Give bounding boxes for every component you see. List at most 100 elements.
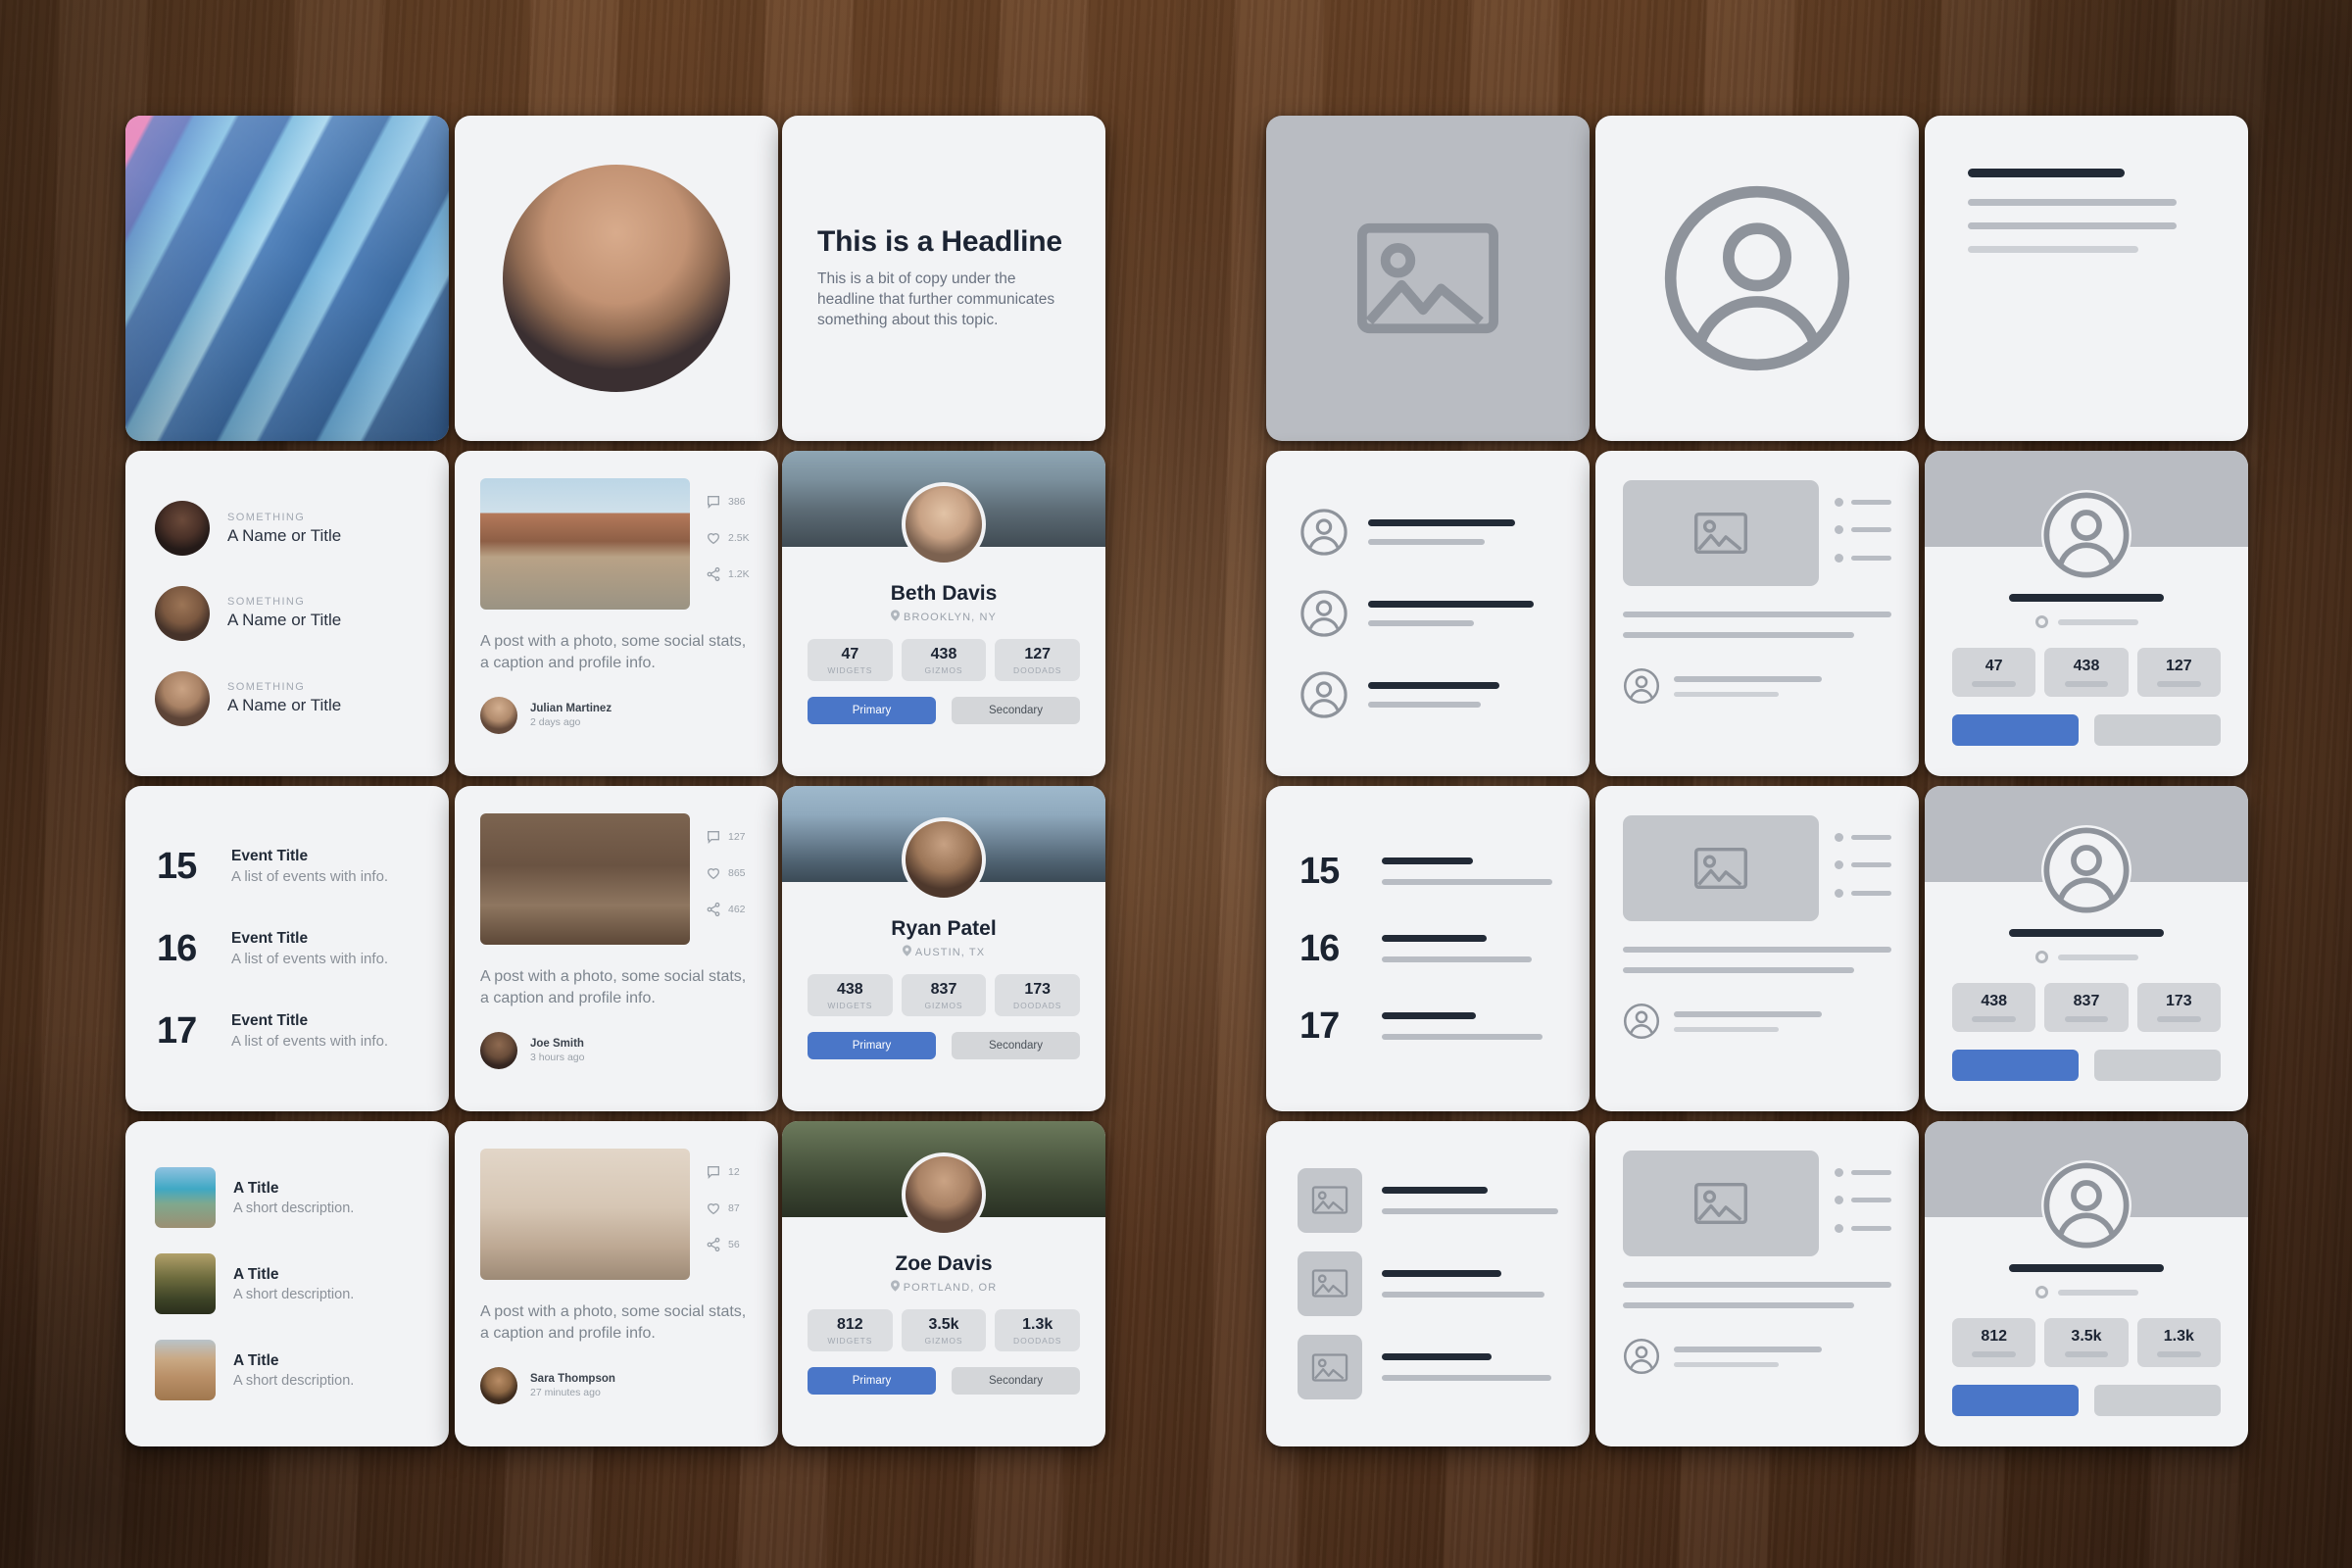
list-item[interactable] [1298,1250,1558,1316]
share-stat[interactable]: 1.2K [706,566,753,582]
wireframe-event-list-card[interactable]: 15 16 17 [1266,786,1590,1111]
like-stat[interactable]: 2.5K [706,530,753,546]
like-stat[interactable]: 87 [706,1200,753,1216]
social-post-card[interactable]: 386 2.5K 1.2K A post with a photo, some … [455,451,778,776]
stat-label: WIDGETS [827,1001,873,1010]
avatar [480,697,517,735]
wireframe-profile-card[interactable]: 47 438 127 [1925,451,2248,776]
list-item[interactable]: 16 Event Title A list of events with inf… [157,930,417,967]
primary-button[interactable]: Primary [808,1032,936,1059]
wireframe-people-list-card[interactable] [1266,451,1590,776]
wireframe-media-text-card[interactable] [1595,1121,1919,1446]
event-title: Event Title [231,1012,309,1029]
text-bar [1382,879,1553,886]
wireframe-media-text-card[interactable] [1595,451,1919,776]
primary-button[interactable]: Primary [808,1367,936,1395]
primary-button[interactable] [1952,714,2079,746]
event-day: 15 [157,846,197,887]
text-bar [1851,891,1891,897]
wireframe-media-text-card[interactable] [1595,786,1919,1111]
stat-value: 173 [2165,993,2192,1009]
list-item[interactable]: A Title A short description. [155,1167,419,1228]
thumbnail [155,1167,216,1228]
list-item[interactable]: SOMETHING A Name or Title [155,670,419,726]
wireframe-profile-card[interactable]: 438 837 173 [1925,786,2248,1111]
list-item[interactable]: 15 Event Title A list of events with inf… [157,848,417,885]
comment-stat[interactable]: 12 [706,1164,753,1180]
bullet-dot [1835,860,1843,870]
share-stat[interactable]: 462 [706,902,753,917]
bullet-dot [1835,1196,1843,1205]
secondary-button[interactable] [2094,714,2221,746]
stat-label-bar [1972,1016,2016,1022]
stat-doodads: 173 DOODADS [995,974,1081,1016]
profile-card[interactable]: Beth Davis BROOKLYN, NY 47 WIDGETS 438 G… [782,451,1105,776]
stat-widgets: 812 WIDGETS [808,1309,893,1351]
comment-count: 12 [728,1166,740,1179]
people-list-card[interactable]: SOMETHING A Name or Title SOMETHING A Na… [125,451,449,776]
list-item[interactable]: 17 Event Title A list of events with inf… [157,1012,417,1050]
post-image [480,478,690,610]
profile-card[interactable]: Ryan Patel AUSTIN, TX 438 WIDGETS 837 GI… [782,786,1105,1111]
primary-button[interactable] [1952,1385,2079,1416]
list-item-eyebrow: SOMETHING [227,596,306,609]
list-item[interactable]: 16 [1299,930,1556,967]
share-stat[interactable]: 56 [706,1237,753,1252]
like-stat[interactable]: 865 [706,865,753,881]
post-author[interactable]: Sara Thompson 27 minutes ago [480,1367,753,1405]
list-item[interactable]: A Title A short description. [155,1340,419,1400]
profile-card[interactable]: Zoe Davis PORTLAND, OR 812 WIDGETS 3.5k … [782,1121,1105,1446]
heart-icon [707,1203,720,1215]
secondary-button[interactable] [2094,1385,2221,1416]
heart-icon [707,533,720,545]
stat-box: 47 [1952,648,2036,697]
stat-box: 438 [1952,983,2036,1032]
wireframe-profile-card[interactable]: 812 3.5k 1.3k [1925,1121,2248,1446]
primary-button[interactable] [1952,1050,2079,1081]
thumbnail-list-card[interactable]: A Title A short description. A Title A s… [125,1121,449,1446]
list-item[interactable]: SOMETHING A Name or Title [155,501,419,557]
headline-card[interactable]: This is a Headline This is a bit of copy… [782,116,1105,441]
list-item[interactable]: A Title A short description. [155,1253,419,1314]
profile-name: Beth Davis [890,582,998,605]
secondary-button[interactable]: Secondary [952,1367,1080,1395]
event-title: Event Title [231,848,309,864]
author-row [1623,1003,1891,1040]
social-post-card[interactable]: 12 87 56 A post with a photo, some socia… [455,1121,778,1446]
list-item[interactable] [1298,1167,1558,1233]
title-bar [1382,1186,1488,1194]
location-row [1952,1286,2221,1298]
wireframe-media-card[interactable] [1266,116,1590,441]
secondary-button[interactable]: Secondary [952,697,1080,724]
text-bar [1851,1169,1891,1175]
post-author[interactable]: Joe Smith 3 hours ago [480,1032,753,1070]
list-item[interactable] [1298,1335,1558,1400]
wireframe-avatar-card[interactable] [1595,116,1919,441]
primary-button[interactable]: Primary [808,697,936,724]
secondary-button[interactable]: Secondary [952,1032,1080,1059]
list-item[interactable]: 17 [1299,1007,1556,1045]
social-post-card[interactable]: 127 865 462 A post with a photo, some so… [455,786,778,1111]
comment-stat[interactable]: 127 [706,829,753,845]
text-bar [1674,691,1779,697]
secondary-button[interactable] [2094,1050,2221,1081]
stat-value: 1.3k [2163,1328,2194,1345]
event-title: Event Title [231,930,309,947]
stat-label: GIZMOS [924,1336,963,1346]
text-bar [1851,1226,1891,1232]
comment-icon [708,831,719,845]
list-item[interactable]: 15 [1299,853,1556,890]
post-author[interactable]: Julian Martinez 2 days ago [480,697,753,735]
avatar-card[interactable] [455,116,778,441]
list-item[interactable]: SOMETHING A Name or Title [155,585,419,641]
list-item[interactable] [1299,670,1556,719]
title-bar [1368,600,1534,608]
stat-label-bar [1972,681,2016,687]
media-card[interactable] [125,116,449,441]
list-item[interactable] [1299,589,1556,638]
comment-stat[interactable]: 386 [706,494,753,510]
wireframe-thumbnail-list-card[interactable] [1266,1121,1590,1446]
list-item[interactable] [1299,508,1556,557]
wireframe-text-card[interactable] [1925,116,2248,441]
event-list-card[interactable]: 15 Event Title A list of events with inf… [125,786,449,1111]
